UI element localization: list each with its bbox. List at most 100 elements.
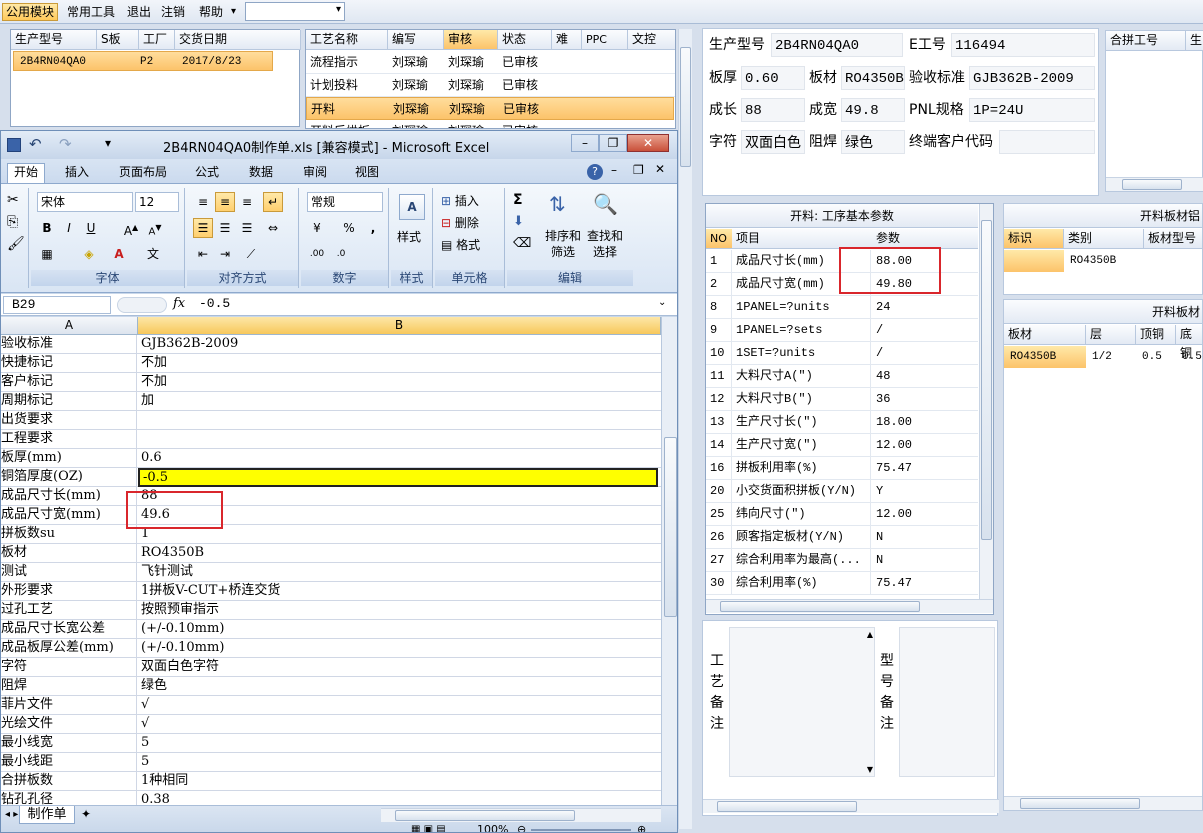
process-remarks-textarea[interactable]: ▲ ▼ — [729, 627, 875, 777]
insert-cells-button[interactable]: ⊞ 插入 — [441, 192, 479, 209]
worksheet-row[interactable]: 菲片文件 √ — [1, 696, 661, 715]
borders-icon[interactable]: ▦ — [37, 244, 57, 264]
column-header[interactable]: 底铜 — [1176, 325, 1202, 360]
column-header[interactable]: 生产型号 — [11, 30, 97, 50]
worksheet-row[interactable]: 最小线宽 5 — [1, 734, 661, 753]
sheet-tab-active[interactable]: 制作单 — [19, 806, 75, 824]
minimize-icon[interactable]: – — [611, 163, 617, 177]
decrease-decimal-icon[interactable]: .0 — [331, 244, 351, 264]
cell-a[interactable]: 成品尺寸长宽公差 — [1, 620, 137, 639]
expand-formula-icon[interactable]: ⌄ — [658, 297, 666, 308]
find-select-icon[interactable]: 🔍 — [593, 192, 618, 216]
column-header[interactable]: 状态 — [498, 30, 552, 50]
zoom-in-icon[interactable]: ⊕ — [637, 823, 646, 832]
increase-decimal-icon[interactable]: .00 — [307, 244, 327, 264]
cell-b[interactable]: 5 — [138, 753, 658, 772]
cell-a[interactable]: 客户标记 — [1, 373, 137, 392]
align-bottom-icon[interactable]: ≡ — [237, 192, 257, 212]
function-icon[interactable]: fx — [173, 296, 185, 311]
cell-b[interactable]: 不加 — [138, 354, 658, 373]
parameter-row[interactable]: 11 大料尺寸A(") 48 — [706, 365, 978, 388]
formula-bar-divider[interactable] — [117, 297, 167, 313]
tab-insert[interactable]: 插入 — [59, 163, 95, 183]
worksheet-row[interactable]: 钻孔孔径 0.38 — [1, 791, 661, 805]
worksheet-row[interactable]: 字符 双面白色字符 — [1, 658, 661, 677]
column-header[interactable]: 生 — [1186, 31, 1203, 51]
parameter-row[interactable]: 25 纬向尺寸(") 12.00 — [706, 503, 978, 526]
worksheet-row[interactable]: 合拼板数 1种相同 — [1, 772, 661, 791]
column-header[interactable]: 参数 — [876, 229, 900, 248]
cell-b[interactable]: RO4350B — [138, 544, 658, 563]
delete-cells-button[interactable]: ⊟ 删除 — [441, 214, 479, 231]
align-right-icon[interactable]: ☰ — [237, 218, 257, 238]
worksheet-row[interactable]: 板厚(mm) 0.6 — [1, 449, 661, 468]
shrink-font-icon[interactable]: A▼ — [145, 218, 165, 238]
worksheet-row[interactable]: 拼板数su 1 — [1, 525, 661, 544]
worksheet-row[interactable]: 外形要求 1拼板V-CUT+桥连交货 — [1, 582, 661, 601]
format-painter-icon[interactable]: 🖌 — [7, 236, 25, 252]
menu-logout[interactable]: 注销 — [158, 3, 188, 21]
minimize-icon[interactable]: – — [571, 134, 599, 152]
cell-b[interactable]: √ — [138, 715, 658, 734]
cell-b[interactable]: GJB362B-2009 — [138, 335, 658, 354]
menu-exit[interactable]: 退出 — [124, 3, 154, 21]
new-sheet-icon[interactable]: ✦ — [81, 807, 91, 821]
scrollbar-thumb[interactable] — [1122, 179, 1182, 190]
close-icon[interactable]: ✕ — [627, 134, 669, 152]
column-header-a[interactable]: A — [1, 317, 138, 335]
tab-home[interactable]: 开始 — [7, 163, 46, 183]
parameter-row[interactable]: 9 1PANEL=?sets / — [706, 319, 978, 342]
save-icon[interactable] — [7, 138, 21, 152]
cell-a[interactable]: 板厚(mm) — [1, 449, 137, 468]
horizontal-scrollbar[interactable] — [1106, 177, 1203, 191]
cell-b[interactable]: 1种相同 — [138, 772, 658, 791]
scrollbar-thumb[interactable] — [1020, 798, 1140, 809]
cell-b[interactable]: 0.38 — [138, 791, 658, 805]
parameter-row[interactable]: 12 大料尺寸B(") 36 — [706, 388, 978, 411]
cell-a[interactable]: 光绘文件 — [1, 715, 137, 734]
merge-center-icon[interactable]: ⇔ — [263, 218, 283, 238]
align-top-icon[interactable]: ≡ — [193, 192, 213, 212]
parameters-scrollbar[interactable] — [979, 204, 993, 599]
tab-formulas[interactable]: 公式 — [189, 163, 225, 183]
tab-page-layout[interactable]: 页面布局 — [113, 163, 173, 183]
worksheet-row[interactable]: 板材 RO4350B — [1, 544, 661, 563]
table-row[interactable]: 计划投料 刘琛瑜 刘琛瑜 已审核 — [306, 74, 675, 97]
clear-icon[interactable]: ⌫ — [513, 236, 531, 251]
length-field[interactable]: 88 — [741, 98, 805, 122]
bold-icon[interactable]: B — [37, 218, 57, 238]
cell-a[interactable]: 过孔工艺 — [1, 601, 137, 620]
solder-mask-field[interactable]: 绿色 — [841, 130, 905, 154]
scroll-down-icon[interactable]: ▼ — [867, 765, 873, 774]
parameter-row[interactable]: 10 1SET=?units / — [706, 342, 978, 365]
cell-a[interactable]: 铜箔厚度(OZ) — [1, 468, 137, 487]
underline-icon[interactable]: U — [81, 218, 101, 238]
cut-icon[interactable]: ✂ — [7, 192, 19, 208]
column-header[interactable]: 交货日期 — [175, 30, 301, 50]
worksheet-row[interactable]: 快捷标记 不加 — [1, 354, 661, 373]
parameter-row[interactable]: 26 顾客指定板材(Y/N) N — [706, 526, 978, 549]
worksheet-row[interactable]: 光绘文件 √ — [1, 715, 661, 734]
cell-b[interactable]: 绿色 — [138, 677, 658, 696]
menu-public-modules[interactable]: 公用模块 — [2, 3, 59, 21]
cell-b[interactable]: (+/-0.10mm) — [138, 620, 658, 639]
tab-data[interactable]: 数据 — [243, 163, 279, 183]
column-header[interactable]: NO — [706, 229, 732, 248]
horizontal-scrollbar[interactable] — [1004, 796, 1202, 810]
cell-a[interactable]: 合拼板数 — [1, 772, 137, 791]
font-color-icon[interactable]: A — [109, 244, 129, 264]
grow-font-icon[interactable]: A▲ — [121, 218, 141, 238]
cell-a[interactable]: 测试 — [1, 563, 137, 582]
quick-access-menu-icon[interactable]: ▾ — [105, 136, 111, 150]
tab-review[interactable]: 审阅 — [297, 163, 333, 183]
worksheet-row[interactable]: 客户标记 不加 — [1, 373, 661, 392]
worksheet-row[interactable]: 成品板厚公差(mm) (+/-0.10mm) — [1, 639, 661, 658]
cell-b[interactable]: 按照预审指示 — [138, 601, 658, 620]
name-box[interactable]: B29 — [3, 296, 111, 314]
decrease-indent-icon[interactable]: ⇤ — [193, 244, 213, 264]
cell-b[interactable]: 双面白色字符 — [138, 658, 658, 677]
cell-a[interactable]: 快捷标记 — [1, 354, 137, 373]
close-icon[interactable]: ✕ — [655, 162, 665, 176]
cell-a[interactable]: 菲片文件 — [1, 696, 137, 715]
menu-tools[interactable]: 常用工具 — [64, 3, 118, 21]
